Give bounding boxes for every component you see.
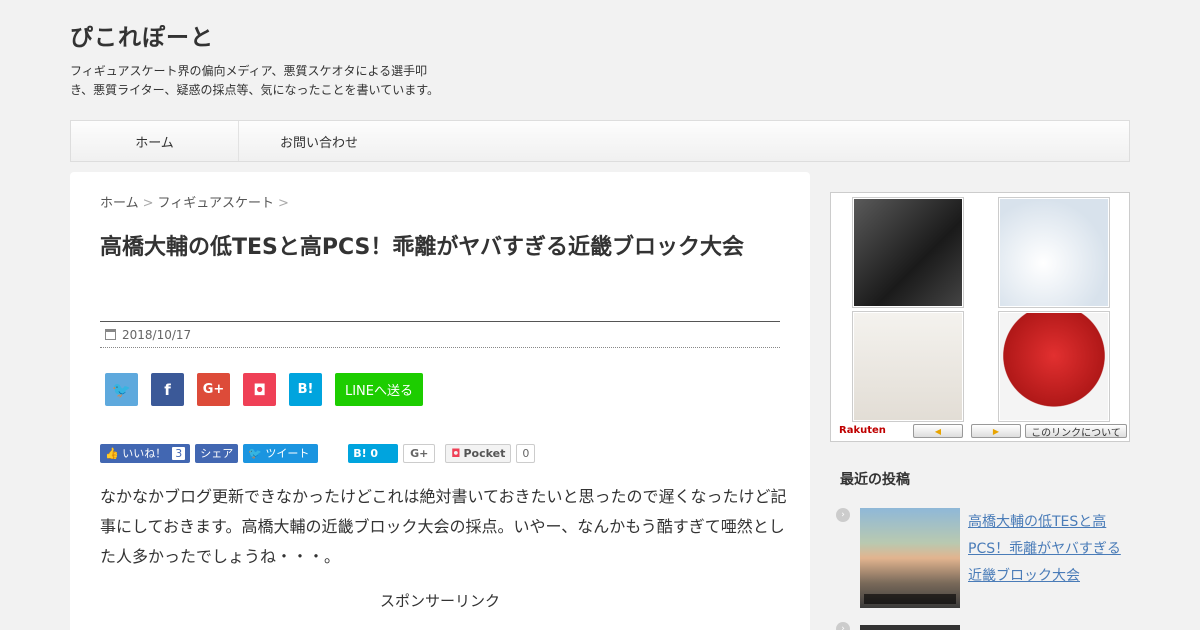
recent-post-link[interactable]: 高橋大輔の低TESと高PCS！乖離がヤバすぎる近畿ブロック大会 (968, 509, 1133, 590)
pocket-button[interactable]: ◘ Pocket (445, 443, 512, 463)
ad-about-link[interactable]: このリンクについて (1025, 424, 1127, 439)
post-title: 高橋大輔の低TESと高PCS！乖離がヤバすぎる近畿ブロック大会 (100, 235, 744, 260)
breadcrumb-separator: > (278, 196, 289, 211)
rakuten-ad-widget: Rakuten ◀ ▶ このリンクについて (830, 192, 1130, 442)
ad-product-book[interactable] (852, 311, 964, 422)
main-content: ホーム > フィギュアスケート > 高橋大輔の低TESと高PCS！乖離がヤバすぎる近畿… (70, 172, 810, 630)
pocket-label: Pocket (463, 446, 506, 460)
breadcrumb-category[interactable]: フィギュアスケート (158, 196, 274, 211)
ad-product-jersey[interactable] (998, 311, 1110, 422)
twitter-share-button[interactable]: 🐦 (105, 373, 138, 406)
hatena-icon: B! (297, 382, 314, 397)
post-meta: 2018/10/17 (100, 321, 780, 348)
nav-item-contact[interactable]: お問い合わせ (239, 121, 399, 161)
breadcrumb-separator: > (142, 196, 154, 211)
recent-post-thumbnail[interactable] (860, 508, 960, 608)
tweet-button[interactable]: 🐦 ツイート (243, 443, 319, 463)
post-body: なかなかブログ更新できなかったけどこれは絶対書いておきたいと思ったので遅くなった… (100, 487, 787, 566)
line-share-button[interactable]: LINEへ送る (335, 373, 423, 406)
facebook-share-small-button[interactable]: シェア (195, 443, 239, 463)
recent-posts-heading: 最近の投稿 (840, 472, 910, 488)
arrow-right-icon: ▶ (992, 426, 1000, 436)
facebook-share-button[interactable]: f (151, 373, 184, 406)
global-nav: ホーム お問い合わせ (70, 120, 1130, 162)
pocket-count: 0 (516, 443, 536, 463)
breadcrumb: ホーム > フィギュアスケート > (100, 192, 293, 211)
ad-prev-button[interactable]: ◀ (913, 424, 963, 438)
thumbnail-caption-bar (864, 594, 956, 604)
ad-product-image (1000, 313, 1108, 420)
facebook-like-button[interactable]: 👍 いいね！ 3 (100, 443, 191, 463)
chevron-right-icon: › (836, 622, 850, 630)
rakuten-logo[interactable]: Rakuten (839, 425, 886, 436)
recent-post-thumbnail[interactable] (860, 625, 960, 630)
hatena-bookmark-button[interactable]: B! 0 (348, 443, 399, 463)
calendar-icon (105, 329, 116, 340)
chevron-right-icon: › (836, 508, 850, 522)
breadcrumb-home[interactable]: ホーム (100, 196, 139, 211)
nav-item-home[interactable]: ホーム (71, 121, 239, 161)
ad-product-necklace[interactable] (998, 197, 1110, 308)
post-date: 2018/10/17 (122, 327, 192, 342)
ad-footer: Rakuten ◀ ▶ このリンクについて (831, 423, 1129, 441)
sponsor-label: スポンサーリンク (379, 592, 500, 610)
hatena-share-button[interactable]: B! (289, 373, 322, 406)
pocket-icon: ◘ (253, 380, 266, 399)
googleplus-icon: G+ (202, 382, 225, 397)
site-title[interactable]: ぴこれぽーと (70, 18, 214, 52)
googleplus-share-button[interactable]: G+ (197, 373, 230, 406)
ad-product-image (854, 313, 962, 420)
social-count-row: 👍 いいね！ 3 シェア 🐦 ツイート B! 0 G+ ◘ Pocket 0 (100, 443, 540, 463)
share-buttons: 🐦 f G+ ◘ B! LINEへ送る (105, 373, 436, 406)
arrow-left-icon: ◀ (934, 426, 942, 436)
like-count: 3 (172, 446, 186, 460)
ad-next-button[interactable]: ▶ (971, 424, 1021, 438)
ad-product-image (1000, 199, 1108, 306)
googleplus-plusone-button[interactable]: G+ (403, 443, 436, 463)
ad-product-magazine[interactable] (852, 197, 964, 308)
site-description: フィギュアスケート界の偏向メディア、悪質スケオタによる選手叩き、悪質ライター、疑… (70, 64, 440, 97)
ad-product-image (854, 199, 962, 306)
facebook-icon: f (164, 380, 171, 399)
pocket-share-button[interactable]: ◘ (243, 373, 276, 406)
twitter-icon: 🐦 (112, 380, 131, 399)
pocket-logo-icon: ◘ (451, 446, 461, 460)
like-label: 👍 いいね！ (105, 447, 167, 460)
